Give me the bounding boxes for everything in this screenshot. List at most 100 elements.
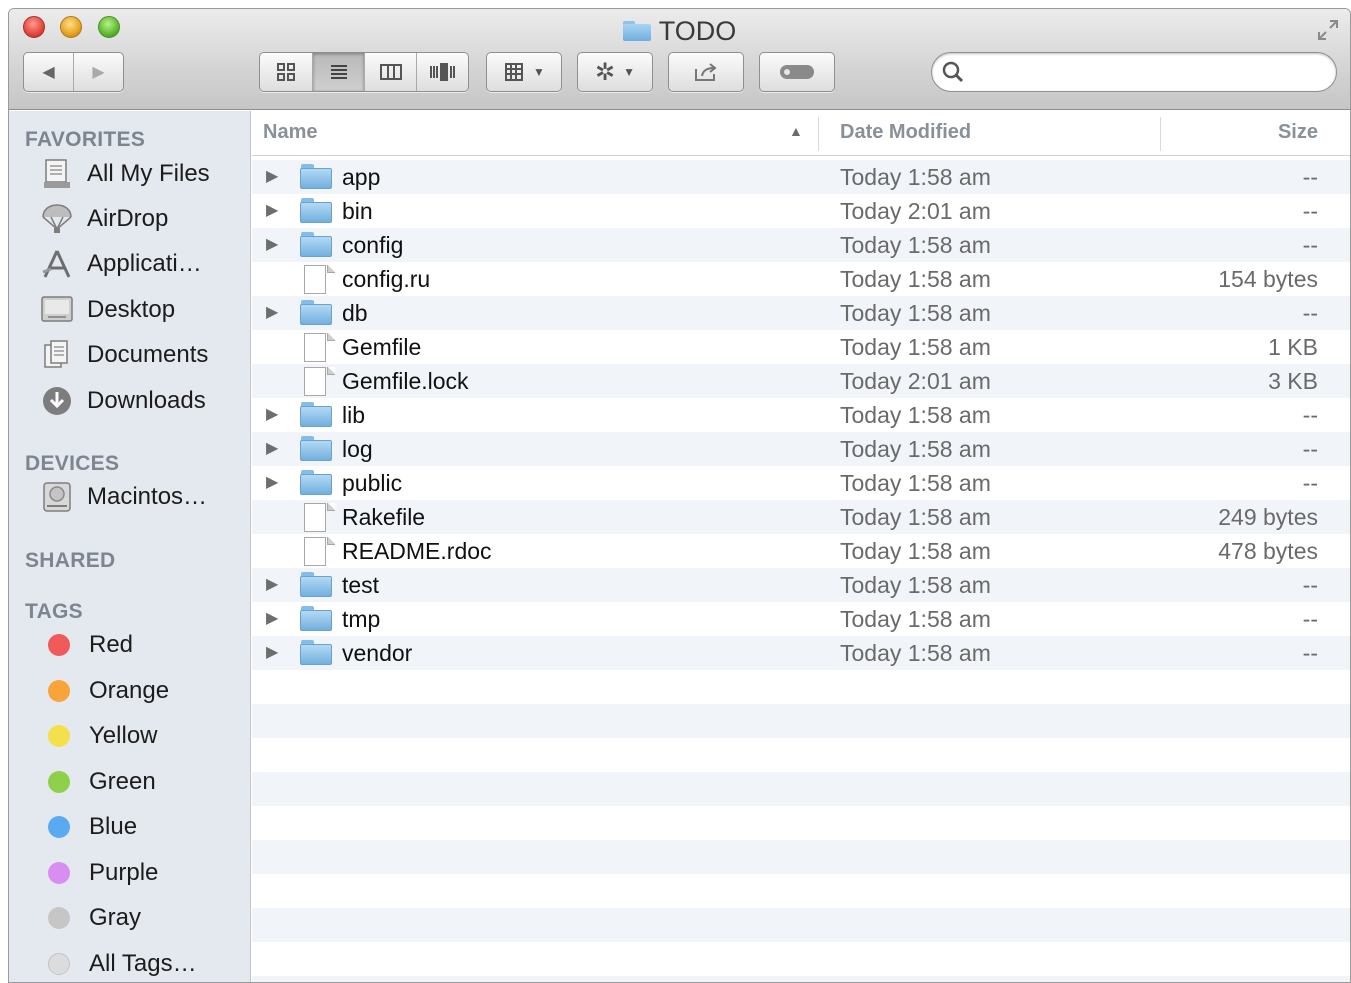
sidebar-item-label: Orange bbox=[89, 677, 170, 704]
disclosure-triangle-icon[interactable]: ▶ bbox=[266, 405, 280, 425]
list-view-icon bbox=[330, 65, 347, 79]
sidebar-item-downloads[interactable]: Downloads bbox=[39, 383, 244, 419]
file-name: config.ru bbox=[342, 266, 431, 292]
disclosure-triangle-icon[interactable]: ▶ bbox=[266, 235, 280, 255]
action-menu-button[interactable]: ✲ ▼ bbox=[577, 52, 653, 92]
folder-icon bbox=[300, 639, 332, 667]
sidebar-tag-yellow[interactable]: Yellow bbox=[39, 718, 244, 754]
file-row[interactable]: ▶ app Today 1:58 am -- bbox=[252, 160, 1350, 194]
size-column-header[interactable]: Size bbox=[1278, 121, 1318, 144]
back-button[interactable]: ◀ bbox=[24, 53, 74, 91]
sidebar-item-label: Green bbox=[89, 768, 156, 795]
disclosure-triangle-icon[interactable]: ▶ bbox=[266, 473, 280, 493]
file-row[interactable]: README.rdoc Today 1:58 am 478 bytes bbox=[252, 534, 1350, 568]
devices-heading: DEVICES bbox=[25, 452, 120, 475]
sidebar-tag-green[interactable]: Green bbox=[39, 764, 244, 800]
sidebar-tag-blue[interactable]: Blue bbox=[39, 809, 244, 845]
search-icon bbox=[942, 61, 964, 83]
file-date-modified: Today 1:58 am bbox=[840, 504, 991, 530]
blue-tag-dot-icon bbox=[48, 816, 70, 838]
sidebar-item-macintosh-hd[interactable]: Macintos… bbox=[39, 479, 244, 515]
file-name: test bbox=[342, 572, 380, 598]
disclosure-triangle-icon[interactable]: ▶ bbox=[266, 303, 280, 323]
file-row[interactable]: ▶ lib Today 1:58 am -- bbox=[252, 398, 1350, 432]
forward-button[interactable]: ▶ bbox=[74, 53, 123, 91]
disclosure-triangle-icon[interactable]: ▶ bbox=[266, 167, 280, 187]
share-button[interactable] bbox=[668, 52, 744, 92]
file-date-modified: Today 1:58 am bbox=[840, 164, 991, 190]
sidebar-tag-purple[interactable]: Purple bbox=[39, 855, 244, 891]
arrange-menu-button[interactable]: ▼ bbox=[486, 52, 562, 92]
sidebar-all-tags[interactable]: All Tags… bbox=[39, 946, 244, 982]
forward-arrow-icon: ▶ bbox=[92, 64, 105, 81]
tag-icon bbox=[780, 65, 814, 79]
sidebar-item-label: All My Files bbox=[87, 160, 210, 187]
file-row[interactable]: ▶ log Today 1:58 am -- bbox=[252, 432, 1350, 466]
date-modified-column-header[interactable]: Date Modified bbox=[840, 121, 971, 144]
document-icon bbox=[304, 537, 336, 566]
icon-view-button[interactable] bbox=[260, 53, 313, 91]
file-row[interactable]: ▶ test Today 1:58 am -- bbox=[252, 568, 1350, 602]
folder-icon bbox=[300, 299, 332, 327]
file-row[interactable]: ▶ public Today 1:58 am -- bbox=[252, 466, 1350, 500]
file-date-modified: Today 1:58 am bbox=[840, 334, 991, 360]
view-mode-control bbox=[259, 52, 469, 92]
disclosure-triangle-icon[interactable]: ▶ bbox=[266, 439, 280, 459]
file-date-modified: Today 1:58 am bbox=[840, 402, 991, 428]
applications-icon bbox=[39, 248, 75, 280]
document-icon bbox=[304, 333, 336, 362]
disclosure-triangle-icon[interactable]: ▶ bbox=[266, 575, 280, 595]
downloads-icon bbox=[39, 385, 75, 417]
file-row[interactable]: Gemfile Today 1:58 am 1 KB bbox=[252, 330, 1350, 364]
file-row[interactable]: ▶ tmp Today 1:58 am -- bbox=[252, 602, 1350, 636]
file-date-modified: Today 1:58 am bbox=[840, 640, 991, 666]
sidebar-item-all-my-files[interactable]: All My Files bbox=[39, 156, 244, 192]
disclosure-triangle-icon[interactable]: ▶ bbox=[266, 609, 280, 629]
back-arrow-icon: ◀ bbox=[42, 64, 55, 81]
folder-icon bbox=[300, 197, 332, 225]
file-row[interactable]: Gemfile.lock Today 2:01 am 3 KB bbox=[252, 364, 1350, 398]
file-date-modified: Today 1:58 am bbox=[840, 266, 991, 292]
edit-tags-button[interactable] bbox=[759, 52, 835, 92]
sidebar-item-desktop[interactable]: Desktop bbox=[39, 292, 244, 328]
sidebar-item-label: Blue bbox=[89, 813, 138, 840]
folder-icon bbox=[300, 163, 332, 191]
list-view-button[interactable] bbox=[313, 53, 365, 91]
file-date-modified: Today 1:58 am bbox=[840, 470, 991, 496]
disclosure-triangle-icon[interactable]: ▶ bbox=[266, 201, 280, 221]
file-row[interactable]: config.ru Today 1:58 am 154 bytes bbox=[252, 262, 1350, 296]
column-divider[interactable] bbox=[1160, 117, 1161, 151]
sidebar-tag-gray[interactable]: Gray bbox=[39, 900, 244, 936]
column-divider[interactable] bbox=[818, 117, 819, 151]
folder-icon bbox=[300, 231, 332, 259]
file-date-modified: Today 2:01 am bbox=[840, 368, 991, 394]
sidebar-item-applications[interactable]: Applicati… bbox=[39, 246, 244, 282]
file-row[interactable]: ▶ bin Today 2:01 am -- bbox=[252, 194, 1350, 228]
folder-icon bbox=[300, 571, 332, 599]
search-field[interactable] bbox=[931, 52, 1337, 92]
file-date-modified: Today 2:01 am bbox=[840, 198, 991, 224]
sidebar-tag-orange[interactable]: Orange bbox=[39, 673, 244, 709]
file-row[interactable]: ▶ db Today 1:58 am -- bbox=[252, 296, 1350, 330]
purple-tag-dot-icon bbox=[48, 862, 70, 884]
sidebar-item-documents[interactable]: Documents bbox=[39, 337, 244, 373]
disclosure-triangle-icon[interactable]: ▶ bbox=[266, 643, 280, 663]
gray-tag-dot-icon bbox=[48, 907, 70, 929]
cover-flow-view-button[interactable] bbox=[417, 53, 468, 91]
name-column-header[interactable]: Name bbox=[263, 121, 317, 144]
column-view-button[interactable] bbox=[365, 53, 417, 91]
file-row[interactable]: ▶ config Today 1:58 am -- bbox=[252, 228, 1350, 262]
documents-icon bbox=[39, 339, 75, 371]
toolbar: TODO ◀ ▶ ▼ ✲ ▼ bbox=[9, 9, 1350, 110]
sort-ascending-icon: ▲ bbox=[789, 123, 803, 139]
file-row[interactable]: Rakefile Today 1:58 am 249 bytes bbox=[252, 500, 1350, 534]
file-size: -- bbox=[1302, 436, 1318, 462]
share-button-inner bbox=[669, 53, 743, 91]
fullscreen-icon[interactable] bbox=[1316, 19, 1340, 43]
search-input[interactable] bbox=[972, 59, 1320, 85]
file-size: -- bbox=[1302, 402, 1318, 428]
file-name: lib bbox=[342, 402, 366, 428]
file-row[interactable]: ▶ vendor Today 1:58 am -- bbox=[252, 636, 1350, 670]
sidebar-item-airdrop[interactable]: AirDrop bbox=[39, 201, 244, 237]
sidebar-tag-red[interactable]: Red bbox=[39, 627, 244, 663]
